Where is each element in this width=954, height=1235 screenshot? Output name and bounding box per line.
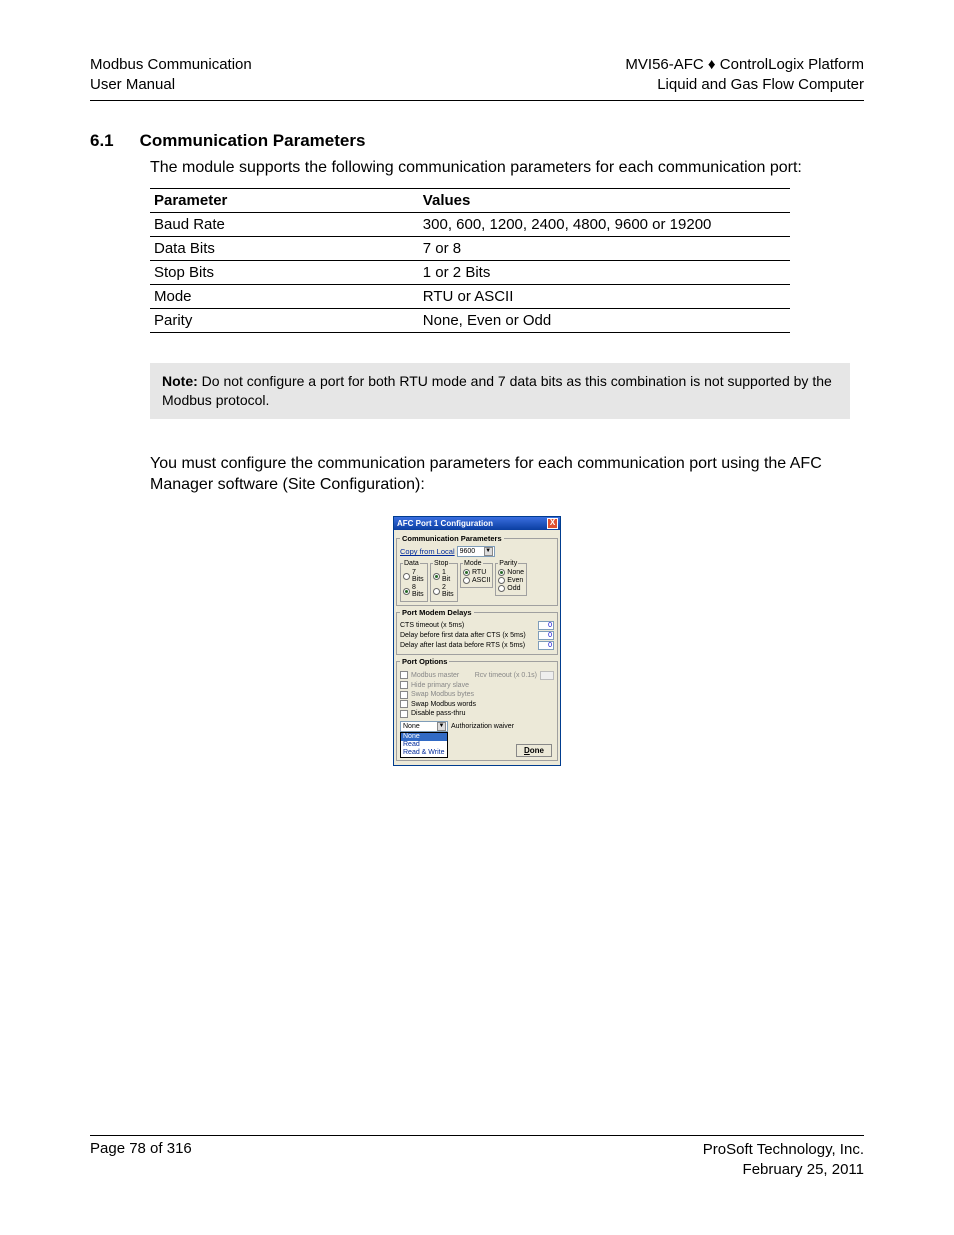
swap-words-checkbox[interactable]: Swap Modbus words — [400, 700, 554, 708]
po-legend: Port Options — [400, 657, 449, 666]
done-button[interactable]: Done — [516, 744, 552, 757]
th-values: Values — [419, 189, 790, 213]
pmd-legend: Port Modem Delays — [400, 608, 474, 617]
stop-bits-group: Stop 1 Bit 2 Bits — [430, 560, 458, 602]
mode-ascii-radio[interactable]: ASCII — [463, 577, 490, 584]
footer-date: February 25, 2011 — [703, 1160, 864, 1180]
afc-port-config-dialog: AFC Port 1 Configuration X Communication… — [393, 516, 561, 766]
table-row: ParityNone, Even or Odd — [150, 309, 790, 333]
note-box: Note: Do not configure a port for both R… — [150, 363, 850, 419]
parity-even-radio[interactable]: Even — [498, 577, 524, 584]
th-parameter: Parameter — [150, 189, 419, 213]
port-options-group: Port Options Modbus master Rcv timeout (… — [396, 657, 558, 761]
swap-bytes-checkbox: Swap Modbus bytes — [400, 691, 554, 699]
table-row: Data Bits7 or 8 — [150, 237, 790, 261]
port-modem-delays-group: Port Modem Delays CTS timeout (x 5ms)0 D… — [396, 608, 558, 655]
mode-rtu-radio[interactable]: RTU — [463, 569, 490, 576]
delay-before-input[interactable]: 0 — [538, 631, 554, 640]
data-7-radio[interactable]: 7 Bits — [403, 569, 425, 583]
auth-waiver-label: Authorization waiver — [451, 723, 514, 730]
modbus-master-checkbox: Modbus master Rcv timeout (x 0.1s) — [400, 671, 554, 680]
page-footer: Page 78 of 316 ProSoft Technology, Inc. … — [90, 1135, 864, 1181]
header-title-left-2: User Manual — [90, 75, 252, 95]
baud-select[interactable]: 9600 ▼ — [457, 546, 495, 557]
rcv-timeout-input — [540, 671, 554, 680]
parameters-table: Parameter Values Baud Rate300, 600, 1200… — [150, 188, 790, 333]
close-icon[interactable]: X — [547, 518, 558, 529]
header-title-left-1: Modbus Communication — [90, 55, 252, 75]
section-intro: The module supports the following commun… — [150, 157, 864, 179]
cts-timeout-input[interactable]: 0 — [538, 621, 554, 630]
page-header: Modbus Communication User Manual MVI56-A… — [90, 55, 864, 101]
dialog-title: AFC Port 1 Configuration — [397, 519, 493, 528]
section-heading: 6.1 Communication Parameters — [90, 131, 864, 151]
configure-paragraph: You must configure the communication par… — [150, 453, 864, 496]
data-8-radio[interactable]: 8 Bits — [403, 584, 425, 598]
auth-option-none[interactable]: None — [401, 733, 447, 741]
mode-group: Mode RTU ASCII — [460, 560, 493, 588]
note-text: Do not configure a port for both RTU mod… — [162, 373, 832, 408]
section-title: Communication Parameters — [140, 131, 366, 150]
table-row: ModeRTU or ASCII — [150, 285, 790, 309]
data-bits-group: Data 7 Bits 8 Bits — [400, 560, 428, 602]
parity-none-radio[interactable]: None — [498, 569, 524, 576]
footer-page: Page 78 of 316 — [90, 1140, 192, 1181]
comm-params-group: Communication Parameters Copy from Local… — [396, 534, 558, 606]
dialog-titlebar: AFC Port 1 Configuration X — [394, 517, 560, 530]
header-title-right-1: MVI56-AFC ♦ ControlLogix Platform — [625, 55, 864, 75]
delay-after-input[interactable]: 0 — [538, 641, 554, 650]
parity-odd-radio[interactable]: Odd — [498, 585, 524, 592]
table-row: Baud Rate300, 600, 1200, 2400, 4800, 960… — [150, 213, 790, 237]
parity-group: Parity None Even Odd — [495, 560, 527, 596]
section-number: 6.1 — [90, 131, 114, 150]
chevron-down-icon[interactable]: ▼ — [484, 547, 493, 556]
auth-waiver-select[interactable]: None ▼ — [400, 721, 448, 732]
chevron-down-icon[interactable]: ▼ — [437, 722, 446, 731]
header-title-right-2: Liquid and Gas Flow Computer — [625, 75, 864, 95]
copy-from-local-link[interactable]: Copy from Local — [400, 547, 455, 556]
table-row: Stop Bits1 or 2 Bits — [150, 261, 790, 285]
footer-company: ProSoft Technology, Inc. — [703, 1140, 864, 1160]
stop-2-radio[interactable]: 2 Bits — [433, 584, 455, 598]
hide-primary-slave-checkbox: Hide primary slave — [400, 681, 554, 689]
note-label: Note: — [162, 373, 198, 389]
auth-option-readwrite[interactable]: Read & Write — [401, 749, 447, 757]
comm-params-legend: Communication Parameters — [400, 534, 504, 543]
stop-1-radio[interactable]: 1 Bit — [433, 569, 455, 583]
disable-passthru-checkbox[interactable]: Disable pass-thru — [400, 710, 554, 718]
